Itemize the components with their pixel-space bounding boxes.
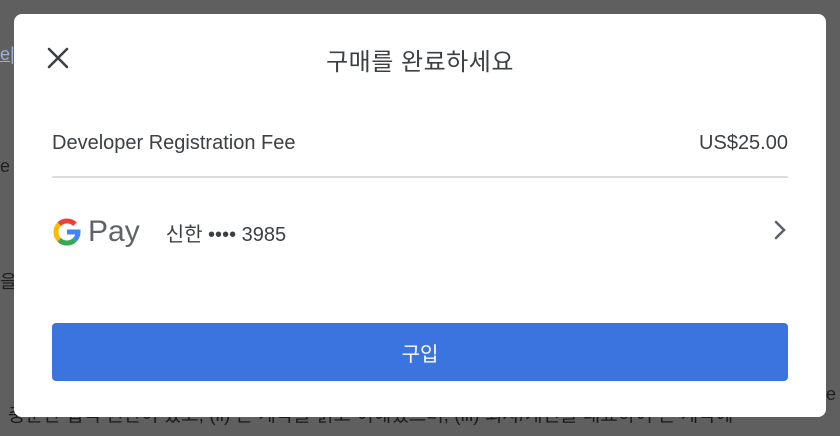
google-g-icon [53,218,81,246]
google-pay-logo: Pay [52,215,140,249]
gpay-text: Pay [88,215,140,248]
purchase-item-row: Developer Registration Fee US$25.00 [52,132,788,178]
buy-button[interactable]: 구입 [52,323,788,381]
chevron-right-icon[interactable] [772,218,788,247]
item-name: Developer Registration Fee [52,132,296,154]
item-price: US$25.00 [699,132,788,154]
card-info: 신한 •••• 3985 [165,223,287,246]
payment-method-row[interactable]: Pay 신한 •••• 3985 [52,210,788,254]
purchase-dialog: 구매를 완료하세요 Developer Registration Fee US$… [14,14,826,417]
background-link: e| [0,44,15,64]
dialog-title: 구매를 완료하세요 [326,49,514,76]
